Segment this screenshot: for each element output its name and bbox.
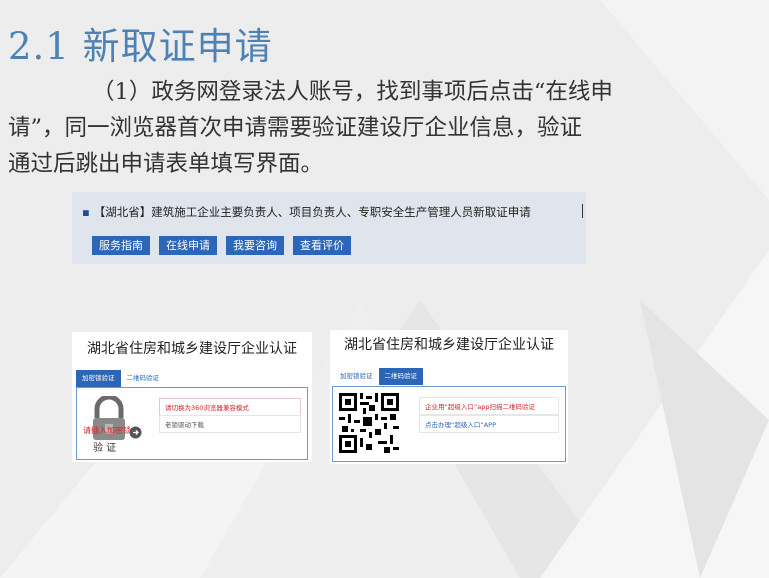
verify-label[interactable]: 验 证 — [93, 439, 116, 454]
insert-lock-prompt: 请插入加密锁 — [83, 426, 131, 435]
auth-panel-body: 企业用“超级入口”app扫描二维码验证 点击办理“超级入口”APP — [332, 386, 566, 462]
qr-scan-link[interactable]: 企业用“超级入口”app扫描二维码验证 — [419, 397, 559, 415]
switch-browser-link[interactable]: 请切换为360浏览器兼容模式 — [159, 398, 301, 416]
paragraph-line-1: （1）政务网登录法人账号，找到事项后点击“在线申 — [92, 79, 613, 105]
enterprise-auth-panel-lock: 湖北省住房和城乡建设厅企业认证 加密锁验证 二维码验证 请插入加密锁 验 证 请… — [72, 332, 312, 462]
paragraph-line-3: 通过后跳出申请表单填写界面。 — [8, 151, 324, 177]
enterprise-auth-panel-qr: 湖北省住房和城乡建设厅企业认证 加密锁验证 二维码验证 企业用“超级入口”app… — [330, 330, 568, 464]
view-review-button[interactable]: 查看评价 — [293, 236, 351, 255]
auth-tabs: 加密锁验证 二维码验证 — [76, 370, 165, 387]
auth-panel-title: 湖北省住房和城乡建设厅企业认证 — [344, 337, 554, 353]
service-guide-button[interactable]: 服务指南 — [92, 236, 150, 255]
slide-title: 2.1 新取证申请 — [8, 25, 273, 68]
driver-download-link[interactable]: 老锁驱动下载 — [159, 415, 301, 433]
tab-lock-verify[interactable]: 加密锁验证 — [76, 370, 121, 387]
service-item-title-text: 【湖北省】建筑施工企业主要负责人、项目负责人、专职安全生产管理人员新取证申请 — [93, 205, 531, 219]
bullet-icon: ▪ — [82, 205, 90, 219]
service-item-card: ▪ 【湖北省】建筑施工企业主要负责人、项目负责人、专职安全生产管理人员新取证申请 … — [72, 192, 586, 264]
online-apply-button[interactable]: 在线申请 — [159, 236, 217, 255]
slide-body-text: （1）政务网登录法人账号，找到事项后点击“在线申 请”，同一浏览器首次申请需要验… — [8, 74, 698, 182]
arrow-circle-icon[interactable] — [129, 426, 142, 439]
auth-panel-body: 请插入加密锁 验 证 请切换为360浏览器兼容模式 老锁驱动下载 — [76, 387, 308, 460]
consult-button[interactable]: 我要咨询 — [226, 236, 284, 255]
tab-qr-verify[interactable]: 二维码验证 — [378, 368, 423, 385]
service-action-buttons: 服务指南 在线申请 我要咨询 查看评价 — [92, 236, 351, 255]
qr-code-icon — [339, 393, 399, 453]
auth-panel-title: 湖北省住房和城乡建设厅企业认证 — [87, 341, 297, 357]
tab-lock-verify[interactable]: 加密锁验证 — [334, 368, 379, 385]
download-app-link[interactable]: 点击办理“超级入口”APP — [419, 415, 559, 433]
tab-qr-verify[interactable]: 二维码验证 — [121, 370, 166, 387]
text-cursor — [582, 204, 583, 218]
auth-tabs: 加密锁验证 二维码验证 — [334, 368, 423, 385]
paragraph-line-2: 请”，同一浏览器首次申请需要验证建设厅企业信息，验证 — [8, 115, 583, 141]
service-item-title: ▪ 【湖北省】建筑施工企业主要负责人、项目负责人、专职安全生产管理人员新取证申请 — [82, 204, 531, 220]
